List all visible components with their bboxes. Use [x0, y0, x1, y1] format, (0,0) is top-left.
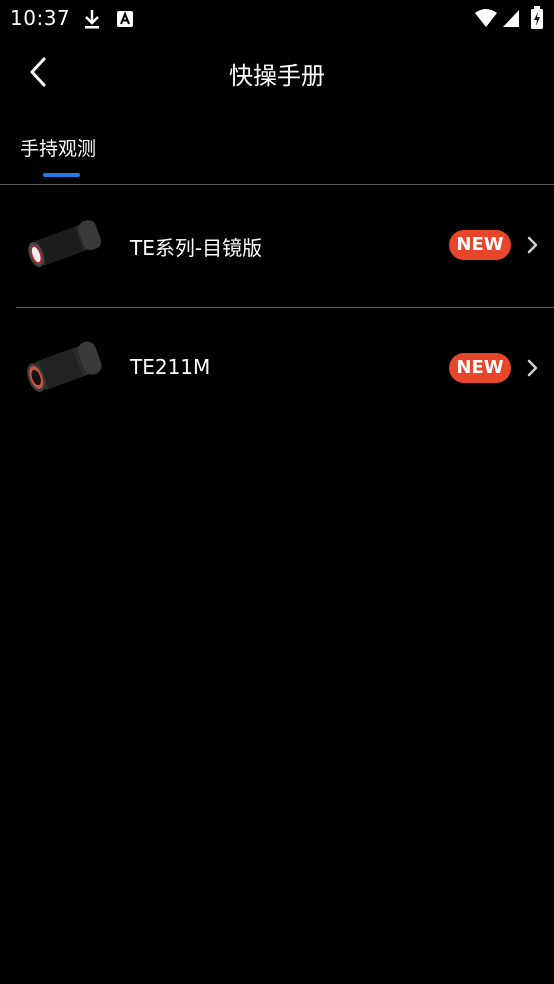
new-badge: NEW	[449, 230, 511, 260]
tab-indicator	[43, 173, 80, 177]
list-item[interactable]: TE系列-目镜版 NEW	[0, 185, 554, 307]
chevron-right-icon	[522, 358, 542, 378]
signal-icon	[502, 8, 520, 28]
page-title: 快操手册	[229, 62, 325, 90]
app-bar: 快操手册	[0, 38, 554, 110]
tab-bar: 手持观测	[0, 124, 554, 185]
screen: 10:37 快操手册 手持观测 TE系列-目镜版 NEW TE211M NEW	[0, 0, 554, 984]
item-label: TE211M	[130, 355, 211, 379]
status-time: 10:37	[10, 6, 71, 30]
new-badge: NEW	[449, 353, 511, 383]
a-icon	[116, 10, 134, 28]
product-list: TE系列-目镜版 NEW TE211M NEW	[0, 185, 554, 430]
thermal-monocular-image	[22, 207, 108, 279]
download-icon	[82, 8, 102, 30]
chevron-right-icon	[522, 235, 542, 255]
battery-icon	[530, 6, 544, 30]
item-label: TE系列-目镜版	[130, 236, 263, 260]
thermal-monocular-image	[22, 330, 108, 402]
list-item[interactable]: TE211M NEW	[16, 307, 554, 430]
wifi-icon	[474, 8, 498, 28]
status-bar: 10:37	[0, 0, 554, 38]
tab-handheld-observation[interactable]: 手持观测	[20, 134, 96, 161]
